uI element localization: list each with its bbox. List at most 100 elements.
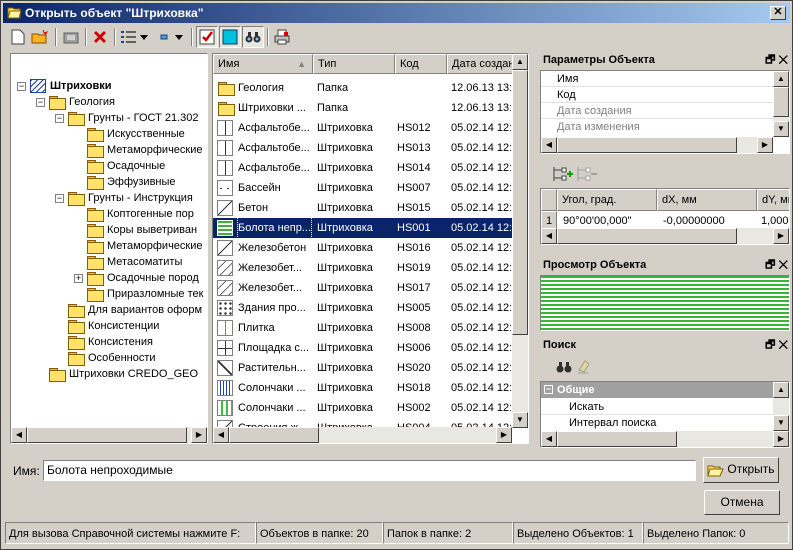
- tree-item[interactable]: − Грунты - ГОСТ 21.302: [55, 110, 199, 126]
- tree-item[interactable]: Консистенции: [55, 318, 159, 334]
- param-modified-label[interactable]: Дата изменения: [557, 119, 640, 135]
- table-row[interactable]: Площадка с... Штриховка HS006 05.02.14 12:: [213, 338, 512, 358]
- find-icon[interactable]: [242, 26, 264, 48]
- column-header-type[interactable]: Тип: [313, 54, 395, 74]
- close-window-button[interactable]: ✕: [770, 6, 786, 20]
- table-row[interactable]: Бассейн Штриховка HS007 05.02.14 12:: [213, 178, 512, 198]
- tree-item[interactable]: − Грунты - Инструкция: [55, 190, 193, 206]
- search-toolbar: [542, 357, 612, 379]
- tree-item[interactable]: Консистения: [55, 334, 153, 350]
- grid-header-angle[interactable]: Угол, град.: [557, 189, 657, 211]
- table-row[interactable]: Асфальтобе... Штриховка HS013 05.02.14 12:: [213, 138, 512, 158]
- search-hscroll[interactable]: ◀ ▶: [541, 431, 789, 447]
- cell-name: Солончаки ...: [238, 402, 306, 414]
- tree-item-label: Консистения: [88, 336, 153, 348]
- param-created-label[interactable]: Дата создания: [557, 103, 632, 119]
- name-input[interactable]: Болота непроходимые: [43, 460, 696, 481]
- tree-item[interactable]: Особенности: [55, 350, 156, 366]
- status-help: Для вызова Справочной системы нажмите F:: [5, 522, 256, 544]
- tree-item[interactable]: Коптогенные пор: [74, 206, 194, 222]
- tree-item-label: Метаморфические: [107, 144, 203, 156]
- open-button[interactable]: Открыть: [703, 457, 779, 483]
- list-vscroll[interactable]: ▲ ▼: [512, 54, 528, 428]
- folder-up-icon[interactable]: [60, 26, 82, 48]
- search-vscroll[interactable]: ▲ ▼: [773, 382, 789, 431]
- table-row[interactable]: Асфальтобе... Штриховка HS012 05.02.14 12:: [213, 118, 512, 138]
- tree-item[interactable]: Метаморфические: [74, 238, 203, 254]
- grid-hscroll[interactable]: ◀ ▶: [541, 228, 789, 244]
- grid-header-dx[interactable]: dX, мм: [657, 189, 757, 211]
- param-name-label[interactable]: Имя: [557, 71, 578, 87]
- restore-icon[interactable]: 🗗: [765, 259, 775, 271]
- tree-item[interactable]: Метасоматиты: [74, 254, 182, 270]
- tree-item[interactable]: − Геология: [36, 94, 115, 110]
- params-hscroll[interactable]: ◀ ▶: [541, 137, 773, 153]
- param-code-label[interactable]: Код: [557, 87, 576, 103]
- binoculars-icon[interactable]: [556, 360, 572, 374]
- view-list-icon[interactable]: [118, 26, 140, 48]
- size-dropdown-icon[interactable]: [173, 26, 185, 48]
- delete-icon[interactable]: [89, 26, 111, 48]
- table-row[interactable]: Геология Папка 12.06.13 13:: [213, 78, 512, 98]
- search-item-interval[interactable]: Интервал поиска: [569, 415, 656, 431]
- tree-item-label: Метасоматиты: [107, 256, 183, 268]
- expander-toggle[interactable]: −: [36, 97, 45, 107]
- table-row[interactable]: Асфальтобе... Штриховка HS014 05.02.14 12:: [213, 158, 512, 178]
- column-header-name[interactable]: Имя ▲: [213, 54, 313, 74]
- sort-arrow-icon: ▲: [297, 59, 306, 69]
- group-toggle[interactable]: −: [544, 385, 553, 394]
- frame-icon[interactable]: [219, 26, 241, 48]
- table-row[interactable]: Солончаки ... Штриховка HS002 05.02.14 12:: [213, 398, 512, 418]
- print-icon[interactable]: [271, 26, 293, 48]
- cell-code: HS007: [397, 182, 431, 194]
- remove-row-icon[interactable]: [576, 165, 598, 183]
- table-row[interactable]: Солончаки ... Штриховка HS018 05.02.14 12:: [213, 378, 512, 398]
- eraser-icon[interactable]: [576, 359, 592, 375]
- table-row[interactable]: Здания про... Штриховка HS005 05.02.14 12:: [213, 298, 512, 318]
- params-vscroll[interactable]: ▲ ▼: [773, 71, 789, 137]
- cell-code: HS005: [397, 302, 431, 314]
- expander-toggle[interactable]: −: [55, 113, 64, 123]
- table-row[interactable]: Штриховки ... Папка 12.06.13 13:: [213, 98, 512, 118]
- check-icon[interactable]: [196, 26, 218, 48]
- close-icon[interactable]: ✕: [778, 339, 788, 351]
- tree-item[interactable]: Осадочные: [74, 158, 165, 174]
- tree-item[interactable]: Коры выветриван: [74, 222, 197, 238]
- tree-item[interactable]: Искусственные: [74, 126, 185, 142]
- column-header-date[interactable]: Дата создан: [447, 54, 515, 74]
- new-icon[interactable]: [7, 26, 29, 48]
- tree-item[interactable]: Штриховки CREDO_GEO: [36, 366, 198, 382]
- table-row[interactable]: Железобет... Штриховка HS019 05.02.14 12:: [213, 258, 512, 278]
- search-item-find[interactable]: Искать: [569, 399, 604, 415]
- tree-item[interactable]: + Осадочные пород: [74, 270, 199, 286]
- grid-header-dy[interactable]: dY, мм: [757, 189, 789, 211]
- tree-item[interactable]: Эффузивные: [74, 174, 176, 190]
- table-row[interactable]: Бетон Штриховка HS015 05.02.14 12:: [213, 198, 512, 218]
- view-dropdown-icon[interactable]: [138, 26, 150, 48]
- expander-toggle[interactable]: −: [55, 193, 64, 203]
- tree-item[interactable]: Приразломные тек: [74, 286, 203, 302]
- tree-hscroll[interactable]: ◀ ▶: [11, 427, 207, 443]
- table-row[interactable]: Железобетон Штриховка HS016 05.02.14 12:: [213, 238, 512, 258]
- restore-icon[interactable]: 🗗: [765, 339, 775, 351]
- new-folder-icon[interactable]: [29, 26, 51, 48]
- table-row-selected[interactable]: Болота непр... Штриховка HS001 05.02.14 12:: [213, 217, 512, 239]
- expander-toggle[interactable]: +: [74, 273, 83, 283]
- small-icon[interactable]: [153, 26, 175, 48]
- restore-icon[interactable]: 🗗: [765, 54, 775, 66]
- list-hscroll[interactable]: ◀ ▶: [213, 427, 512, 443]
- table-row[interactable]: Растительн... Штриховка HS020 05.02.14 12:: [213, 358, 512, 378]
- table-row[interactable]: Плитка Штриховка HS008 05.02.14 12:: [213, 318, 512, 338]
- expander-toggle[interactable]: −: [17, 81, 26, 91]
- close-icon[interactable]: ✕: [778, 54, 788, 66]
- add-row-icon[interactable]: [552, 165, 574, 183]
- search-group-general[interactable]: − Общие: [541, 382, 773, 398]
- tree-item[interactable]: Метаморфические: [74, 142, 203, 158]
- cancel-button[interactable]: Отмена: [704, 490, 780, 515]
- table-row[interactable]: Железобет... Штриховка HS017 05.02.14 12:: [213, 278, 512, 298]
- tree-item[interactable]: − Штриховки: [17, 78, 112, 94]
- folder-icon: [68, 320, 85, 334]
- column-header-code[interactable]: Код: [395, 54, 447, 74]
- close-icon[interactable]: ✕: [778, 259, 788, 271]
- tree-item[interactable]: Для вариантов оформ: [55, 302, 202, 318]
